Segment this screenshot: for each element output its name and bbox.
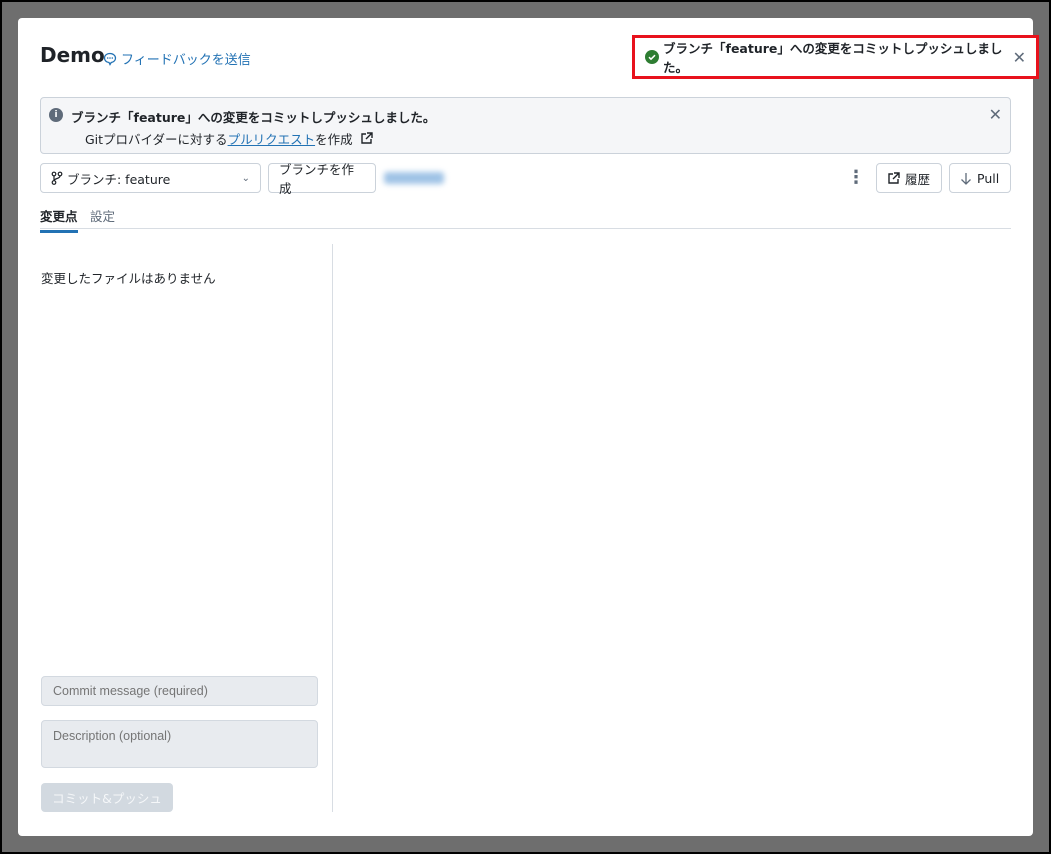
banner-suffix: を作成: [315, 132, 353, 147]
history-label: 履歴: [905, 171, 931, 187]
chevron-down-icon: ⌄: [241, 172, 250, 184]
pull-button[interactable]: Pull: [949, 163, 1011, 193]
banner-close-icon[interactable]: ✕: [989, 105, 1002, 124]
banner-title: ブランチ「feature」への変更をコミットしプッシュしました。: [71, 110, 436, 125]
commit-message-input[interactable]: [41, 676, 318, 706]
send-feedback-link[interactable]: フィードバックを送信: [103, 49, 251, 68]
tab-bar: 変更点 設定: [40, 204, 1011, 233]
branch-select-label: ブランチ: feature: [67, 171, 171, 187]
success-toast: ブランチ「feature」への変更をコミットしプッシュしました。 ✕: [632, 35, 1039, 79]
more-options-icon[interactable]: ⋮: [847, 169, 865, 187]
git-dialog: Demo フィードバックを送信 ブランチ「feature」への変更をコミットしプ…: [18, 18, 1039, 836]
pull-label: Pull: [977, 170, 1000, 186]
banner-message: Gitプロバイダーに対するプルリクエストを作成: [85, 129, 373, 148]
branch-select[interactable]: ブランチ: feature ⌄: [40, 163, 261, 193]
blurred-link[interactable]: [384, 172, 444, 184]
tab-settings[interactable]: 設定: [90, 206, 115, 230]
commit-push-button[interactable]: コミット&プッシュ: [41, 783, 173, 812]
dialog-title: Demo: [40, 43, 105, 67]
git-branch-icon: [51, 171, 63, 185]
create-branch-button[interactable]: ブランチを作成: [268, 162, 376, 196]
toast-close-icon[interactable]: ✕: [1013, 48, 1026, 67]
arrow-down-icon: [961, 172, 971, 185]
check-circle-icon: [645, 50, 659, 64]
toast-message: ブランチ「feature」への変更をコミットしプッシュしました。: [663, 41, 1003, 75]
pull-request-link[interactable]: プルリクエスト: [228, 132, 316, 147]
no-changes-text: 変更したファイルはありません: [41, 271, 216, 286]
info-icon: i: [49, 108, 63, 122]
external-link-icon[interactable]: [360, 132, 373, 145]
history-button[interactable]: 履歴: [876, 163, 942, 193]
chat-bubble-icon: [103, 52, 117, 66]
banner-prefix: Gitプロバイダーに対する: [85, 132, 228, 147]
description-input[interactable]: [41, 720, 318, 768]
external-link-icon: [888, 171, 900, 184]
info-banner: i ブランチ「feature」への変更をコミットしプッシュしました。 Gitプロ…: [40, 97, 1011, 154]
tab-changes[interactable]: 変更点: [40, 206, 78, 233]
feedback-label: フィードバックを送信: [121, 53, 251, 68]
panel-divider[interactable]: [332, 244, 333, 812]
